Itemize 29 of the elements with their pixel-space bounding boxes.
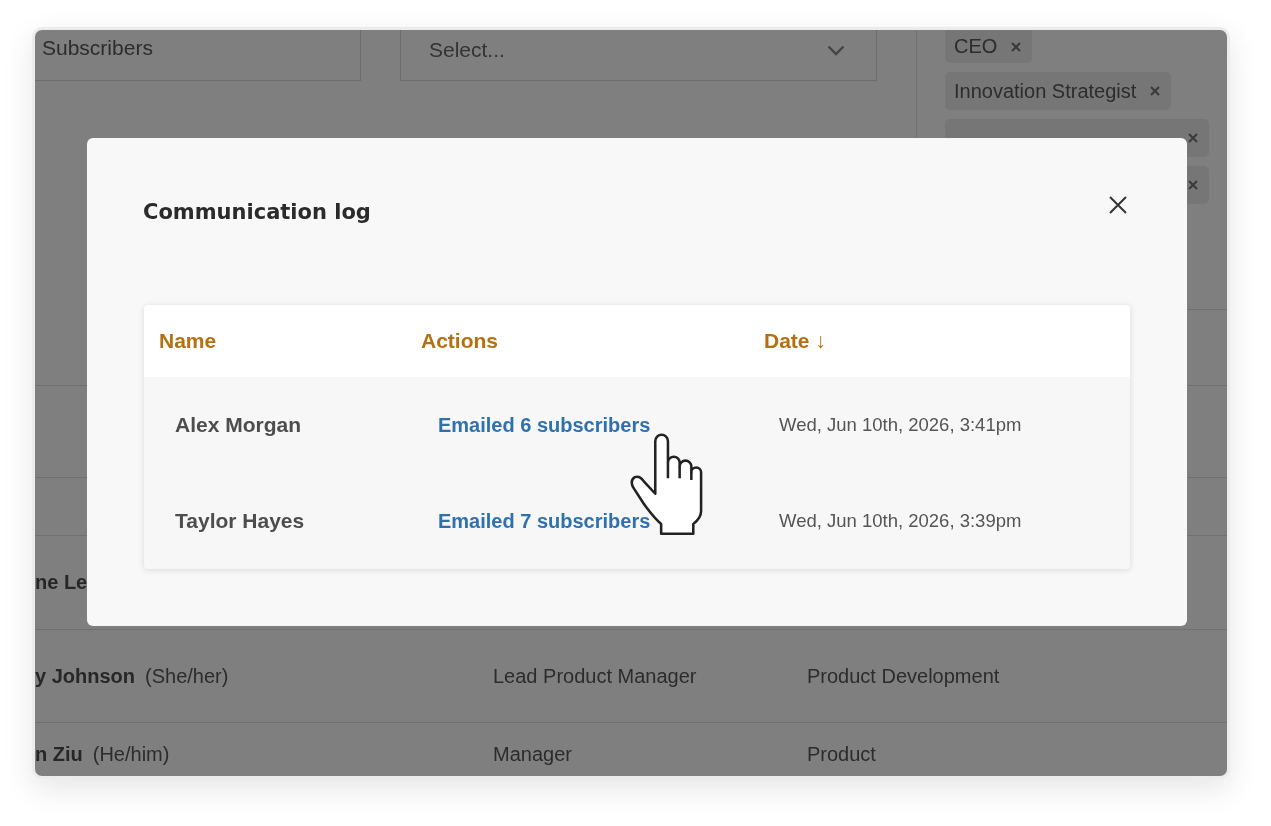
- date-cell: Wed, Jun 10th, 2026, 3:39pm: [779, 510, 1022, 532]
- person-name: Alex Morgan: [175, 413, 302, 437]
- close-icon[interactable]: [1109, 196, 1127, 214]
- person-name: Taylor Hayes: [175, 509, 305, 533]
- column-header[interactable]: Date ↓: [764, 329, 826, 353]
- text-field[interactable]: Subscribers: [35, 30, 361, 81]
- action-link[interactable]: Emailed 7 subscribers: [438, 509, 651, 532]
- remove-icon[interactable]: [1150, 86, 1161, 96]
- modal-title: Communication log: [143, 199, 371, 226]
- action-link[interactable]: Emailed 6 subscribers: [438, 413, 651, 436]
- column-header[interactable]: Name: [159, 329, 217, 353]
- table-cell-text: Product Development: [807, 664, 1001, 688]
- pronouns-text: (He/him): [92, 743, 170, 766]
- table-cell-text: Lead Product Manager: [493, 664, 698, 688]
- date-cell: Wed, Jun 10th, 2026, 3:41pm: [779, 414, 1022, 436]
- table-cell-text: Product: [807, 743, 877, 766]
- chevron-down-icon: [827, 44, 845, 56]
- table-cell-text: Manager: [493, 743, 573, 766]
- tag-label: Innovation Strategist: [954, 79, 1137, 103]
- remove-icon[interactable]: [1011, 41, 1022, 52]
- person-name: y Johnson: [35, 664, 135, 688]
- remove-icon[interactable]: [1188, 133, 1198, 143]
- tag-label: CEO: [954, 35, 998, 58]
- select-dropdown[interactable]: Select...: [400, 30, 877, 81]
- remove-icon[interactable]: [1188, 180, 1198, 190]
- pronouns-text: (She/her): [145, 664, 229, 688]
- column-header[interactable]: Actions: [421, 329, 498, 353]
- person-name: n Ziu: [35, 743, 83, 766]
- person-name: ne Le: [35, 571, 88, 594]
